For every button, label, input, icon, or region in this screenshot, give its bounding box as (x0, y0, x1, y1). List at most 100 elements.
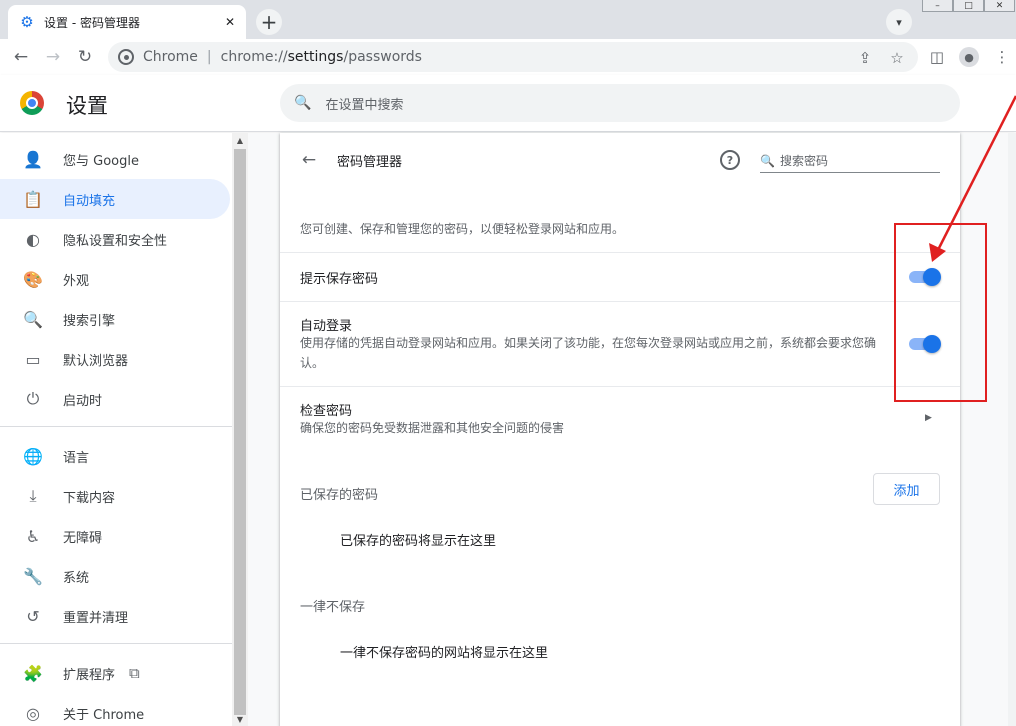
sidebar-item-label: 无障碍 (63, 530, 103, 546)
side-panel-icon[interactable]: ◫ (927, 47, 947, 67)
auto-signin-label: 自动登录 (300, 319, 353, 334)
tab-title: 设置 - 密码管理器 (44, 15, 140, 30)
new-tab-button[interactable]: + (256, 9, 282, 35)
restore-icon: ↺ (26, 606, 40, 626)
search-icon: 🔍 (23, 309, 43, 329)
sidebar-item-you-and-google[interactable]: 👤 您与 Google (0, 139, 230, 179)
download-icon: ⤓ (29, 486, 37, 505)
sidebar-item-label: 关于 Chrome (63, 707, 145, 723)
row-divider (280, 301, 960, 302)
back-arrow-icon[interactable]: ← (298, 149, 320, 171)
search-icon: 🔍 (294, 95, 312, 111)
auto-signin-description: 使用存储的凭据自动登录网站和应用。如果关闭了该功能，在您每次登录网站或应用之前，… (300, 336, 877, 370)
card-title: 密码管理器 (337, 155, 403, 170)
add-password-button[interactable]: 添加 (873, 473, 940, 505)
settings-header: 设置 🔍 在设置中搜索 (0, 75, 1016, 132)
row-divider (280, 252, 960, 253)
search-placeholder: 搜索密码 (779, 154, 828, 168)
sidebar-item-label: 您与 Google (63, 153, 139, 169)
sidebar-item-label: 重置并清理 (63, 610, 129, 626)
sidebar-item-privacy[interactable]: ◐ 隐私设置和安全性 (0, 219, 230, 259)
tab-strip: ⚙ 设置 - 密码管理器 ✕ + ▾ – □ ✕ (0, 0, 1016, 39)
search-placeholder: 在设置中搜索 (325, 97, 404, 113)
address-bar[interactable]: Chrome | chrome://settings/passwords ⇪ ☆ (108, 42, 918, 72)
globe-icon: 🌐 (23, 446, 43, 466)
power-icon: ⏻ (26, 389, 40, 408)
window-controls: – □ ✕ (922, 0, 1016, 12)
page-scrollbar[interactable] (1008, 133, 1016, 726)
sidebar-item-label: 系统 (63, 570, 90, 586)
saved-passwords-empty: 已保存的密码将显示在这里 (340, 534, 497, 549)
sidebar-item-reset[interactable]: ↺ 重置并清理 (0, 596, 230, 636)
chrome-icon: ◎ (26, 703, 40, 723)
settings-sidebar: 👤 您与 Google 📋 自动填充 ◐ 隐私设置和安全性 🎨 外观 🔍 搜索引… (0, 133, 232, 726)
sidebar-item-languages[interactable]: 🌐 语言 (0, 436, 230, 476)
sidebar-item-appearance[interactable]: 🎨 外观 (0, 259, 230, 299)
never-saved-heading: 一律不保存 (300, 600, 366, 615)
sidebar-divider (0, 426, 232, 427)
sidebar-item-extensions[interactable]: 🧩 扩展程序 ⧉ (0, 653, 230, 693)
sidebar-item-system[interactable]: 🔧 系统 (0, 556, 230, 596)
palette-icon: 🎨 (23, 269, 43, 289)
profile-avatar-icon[interactable]: ● (959, 47, 979, 67)
sidebar-item-autofill[interactable]: 📋 自动填充 (0, 179, 230, 219)
clipboard-icon: 📋 (23, 189, 43, 209)
sidebar-item-label: 扩展程序 (63, 667, 116, 683)
password-manager-card: ← 密码管理器 ? 🔍 搜索密码 您可创建、保存和管理您的密码，以便轻松登录网站… (280, 133, 960, 726)
site-name: Chrome (143, 49, 198, 65)
check-passwords-label[interactable]: 检查密码 (300, 400, 352, 419)
sidebar-scrollbar[interactable]: ▲ ▼ (232, 133, 248, 726)
offer-to-save-label: 提示保存密码 (300, 272, 379, 287)
search-icon: 🔍 (760, 153, 775, 168)
person-icon: 👤 (23, 149, 43, 169)
chevron-right-icon[interactable]: ▶ (925, 413, 932, 423)
omnibox-separator: | (206, 49, 212, 65)
page-title: 设置 (66, 94, 108, 118)
browser-icon: ▭ (25, 349, 41, 369)
maximize-button[interactable]: □ (953, 0, 984, 12)
sidebar-item-default-browser[interactable]: ▭ 默认浏览器 (0, 339, 230, 379)
settings-search-input[interactable]: 🔍 在设置中搜索 (280, 84, 960, 122)
annotation-highlight-box (894, 223, 987, 402)
sidebar-item-label: 默认浏览器 (63, 353, 129, 369)
never-saved-empty: 一律不保存密码的网站将显示在这里 (340, 646, 549, 661)
forward-arrow-icon[interactable]: → (42, 46, 64, 68)
gear-icon: ⚙ (20, 13, 34, 31)
help-icon[interactable]: ? (720, 150, 740, 170)
reload-icon[interactable]: ↻ (74, 46, 96, 68)
shield-icon: ◐ (26, 229, 40, 249)
puzzle-icon: 🧩 (23, 663, 43, 683)
tab-close-icon[interactable]: ✕ (222, 14, 238, 30)
back-arrow-icon[interactable]: ← (10, 46, 32, 68)
sidebar-item-on-startup[interactable]: ⏻ 启动时 (0, 379, 230, 419)
sidebar-item-about-chrome[interactable]: ◎ 关于 Chrome (0, 693, 230, 726)
tab-settings[interactable]: ⚙ 设置 - 密码管理器 ✕ (8, 5, 246, 39)
tab-search-icon[interactable]: ▾ (886, 9, 912, 35)
sidebar-item-downloads[interactable]: ⤓ 下载内容 (0, 476, 230, 516)
sidebar-item-accessibility[interactable]: ♿ 无障碍 (0, 516, 230, 556)
card-header: ← 密码管理器 ? 🔍 搜索密码 (280, 133, 960, 187)
chrome-logo-icon (20, 91, 44, 115)
chrome-site-icon[interactable] (118, 49, 134, 65)
check-passwords-description: 确保您的密码免受数据泄露和其他安全问题的侵害 (300, 421, 565, 435)
url-path: /passwords (343, 49, 422, 65)
intro-text: 您可创建、保存和管理您的密码，以便轻松登录网站和应用。 (300, 222, 625, 236)
password-search-input[interactable]: 🔍 搜索密码 (760, 149, 940, 173)
row-divider (280, 386, 960, 387)
bookmark-star-icon[interactable]: ☆ (888, 49, 906, 67)
saved-passwords-heading: 已保存的密码 (300, 488, 379, 503)
sidebar-item-label: 搜索引擎 (63, 313, 116, 329)
share-icon[interactable]: ⇪ (856, 49, 874, 67)
sidebar-item-label: 下载内容 (63, 490, 116, 506)
profile-glyph: ● (964, 50, 974, 64)
menu-kebab-icon[interactable]: ⋮ (992, 47, 1012, 67)
scroll-down-icon[interactable]: ▼ (232, 712, 248, 726)
minimize-button[interactable]: – (922, 0, 953, 12)
sidebar-item-search-engine[interactable]: 🔍 搜索引擎 (0, 299, 230, 339)
scrollbar-thumb[interactable] (234, 149, 246, 715)
scroll-up-icon[interactable]: ▲ (232, 133, 248, 147)
external-link-icon: ⧉ (129, 664, 140, 682)
url-host: settings (287, 49, 344, 65)
window-close-button[interactable]: ✕ (984, 0, 1015, 12)
sidebar-item-label: 语言 (63, 450, 90, 466)
